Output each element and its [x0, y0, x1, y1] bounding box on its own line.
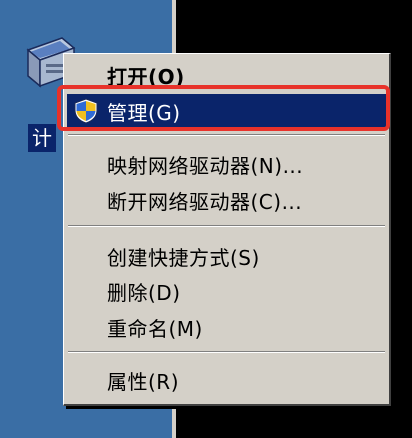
desktop-icon-label[interactable]: 计	[28, 124, 56, 152]
menu-item-rename[interactable]: 重命名(M)	[67, 310, 386, 344]
menu-separator	[68, 351, 385, 353]
menu-item-create-shortcut[interactable]: 创建快捷方式(S)	[67, 239, 386, 273]
menu-item-delete[interactable]: 删除(D)	[67, 274, 386, 308]
menu-separator	[68, 225, 385, 227]
menu-item-properties[interactable]: 属性(R)	[67, 363, 386, 397]
annotation-highlight-box	[57, 85, 390, 131]
menu-item-disconnect-network-drive[interactable]: 断开网络驱动器(C)...	[67, 183, 386, 217]
menu-separator	[68, 134, 385, 136]
menu-item-map-network-drive[interactable]: 映射网络驱动器(N)...	[67, 147, 386, 181]
